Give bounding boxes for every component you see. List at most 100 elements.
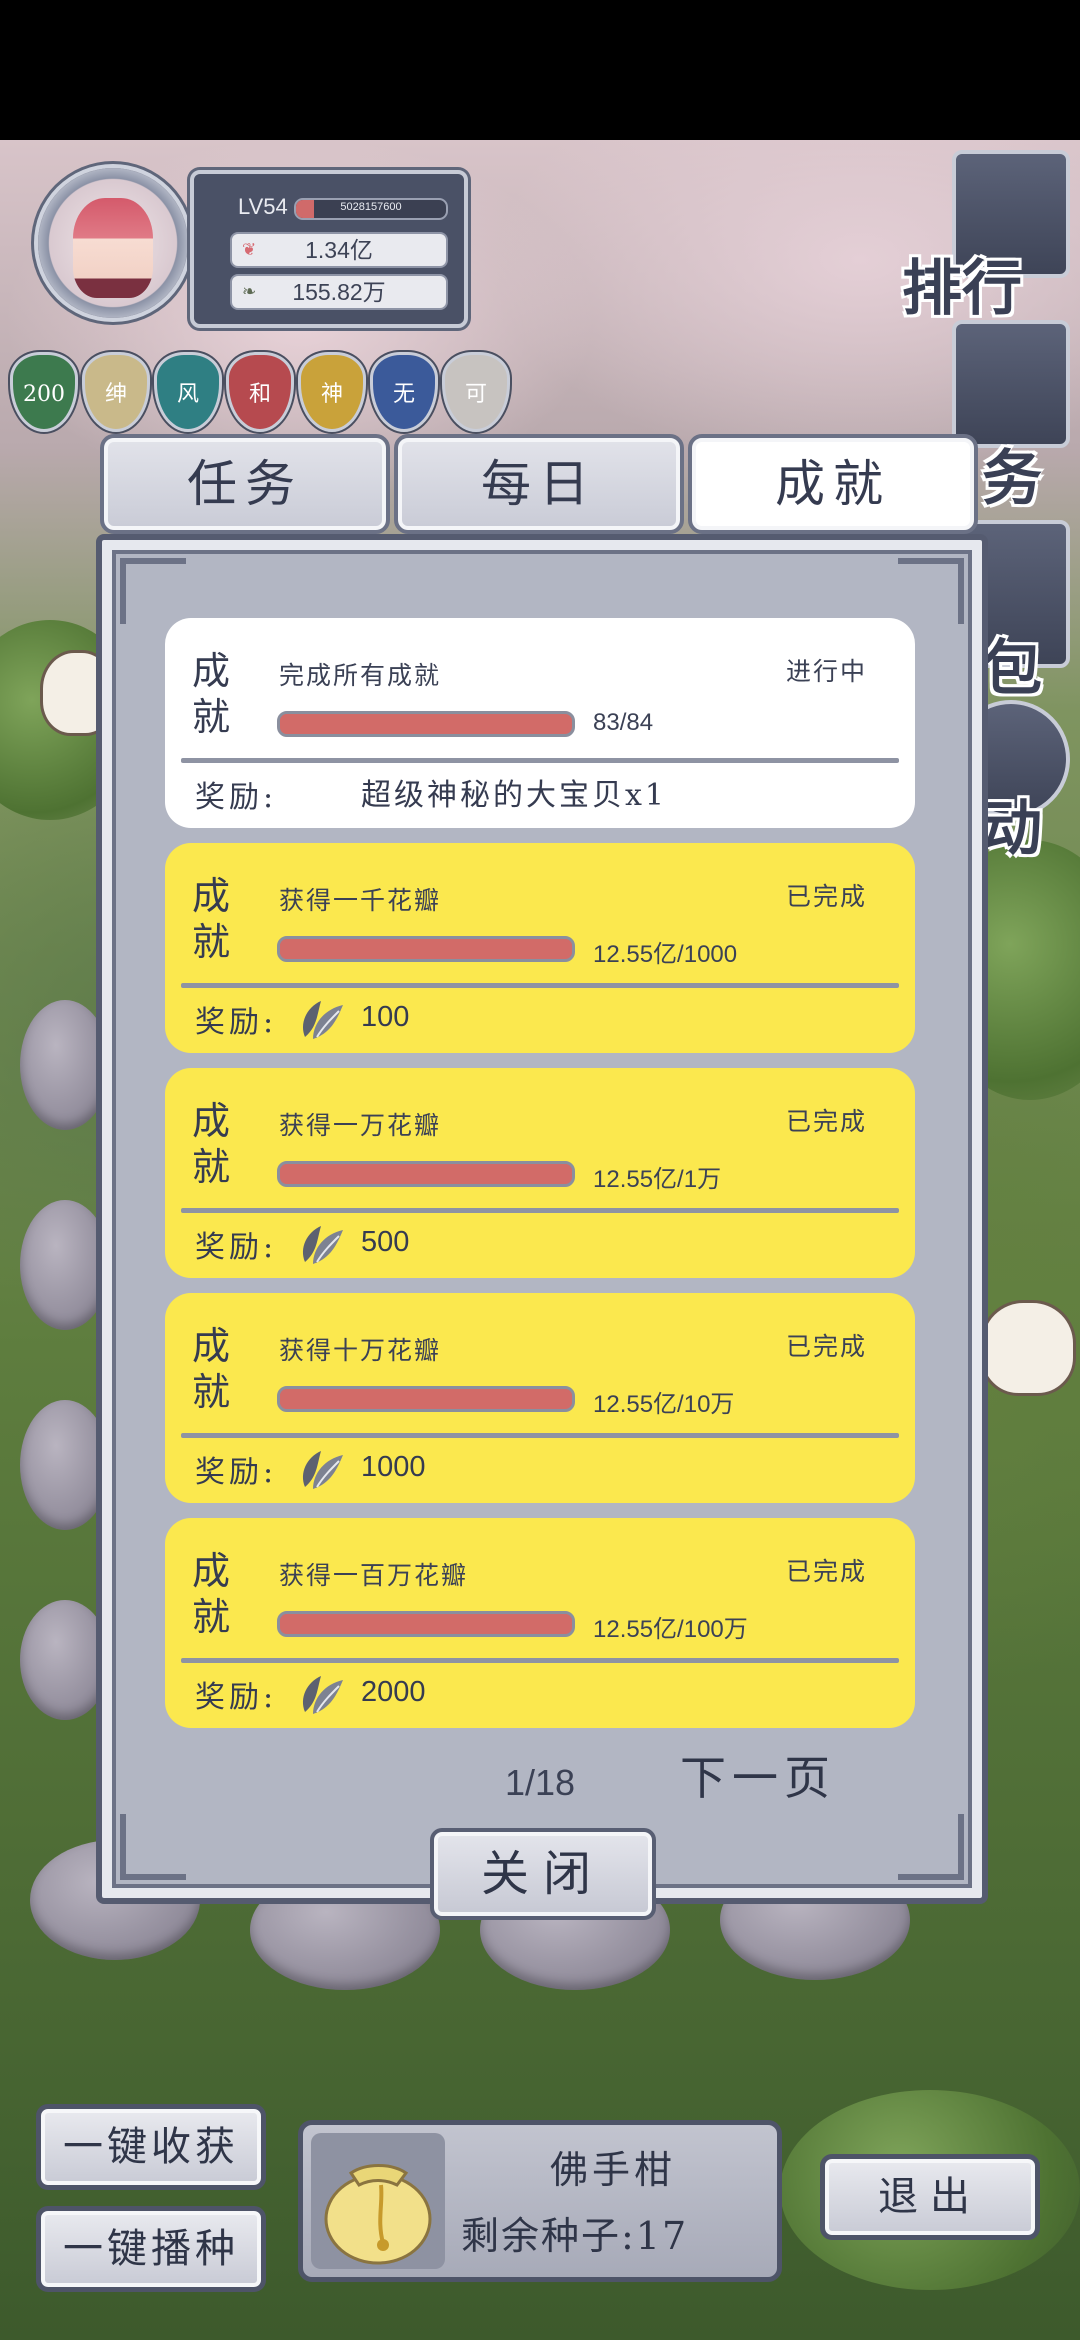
- exit-button[interactable]: 退出: [820, 2154, 1040, 2240]
- frame-corner: [898, 558, 964, 624]
- achievement-card: 成就 获得一百万花瓣 已完成 12.55亿/100万 奖励: 2000: [165, 1518, 915, 1728]
- player-profile[interactable]: LV54 5028157600 ❦ 1.34亿 ❧ 155.82万: [30, 160, 470, 340]
- leaf-icon: ❧: [242, 282, 257, 301]
- achievement-badge: 成就: [191, 1549, 230, 1639]
- badge-can[interactable]: 可: [442, 352, 510, 432]
- bag-label: 包: [982, 634, 1042, 704]
- achievement-status: 已完成: [785, 1107, 867, 1136]
- achievement-card: 成就 获得一万花瓣 已完成 12.55亿/1万 奖励: 500: [165, 1068, 915, 1278]
- progress-text: 12.55亿/10万: [593, 1391, 735, 1418]
- event-label: 动: [982, 794, 1042, 864]
- exp-text: 5028157600: [340, 201, 402, 213]
- badge-label: 和: [248, 382, 271, 407]
- achievement-badge: 成就: [191, 1099, 230, 1189]
- achievement-status: 已完成: [785, 1557, 867, 1586]
- card-divider: [181, 758, 899, 763]
- card-divider: [181, 983, 899, 988]
- petal-icon: ❦: [242, 240, 257, 259]
- progress-text: 83/84: [593, 709, 654, 736]
- achievement-badge: 成就: [191, 1324, 230, 1414]
- cat-character: [980, 1300, 1076, 1396]
- achievement-status: 已完成: [785, 882, 867, 911]
- avatar[interactable]: [38, 168, 188, 318]
- progress-bar: [277, 936, 575, 962]
- achievement-card: 成就 获得十万花瓣 已完成 12.55亿/10万 奖励: 1000: [165, 1293, 915, 1503]
- badge-200[interactable]: 200: [10, 352, 78, 432]
- tab-tasks[interactable]: 任务: [100, 434, 390, 534]
- badge-label: 神: [320, 382, 343, 407]
- reward-value: 2000: [361, 1676, 426, 1708]
- badge-god[interactable]: 神: [298, 352, 366, 432]
- reward-label: 奖励:: [195, 1005, 278, 1040]
- side-menu-rank[interactable]: 排行: [902, 150, 1070, 324]
- reward-label: 奖励:: [195, 780, 278, 815]
- card-divider: [181, 1433, 899, 1438]
- petal-count: 1.34亿: [305, 237, 373, 263]
- rank-label: 排行: [902, 254, 1022, 324]
- frame-corner: [120, 558, 186, 624]
- title-badges: 200 绅 风 和 神 无 可: [10, 352, 530, 432]
- seed-bag-slot[interactable]: [311, 2133, 445, 2269]
- player-level: LV54: [238, 194, 288, 219]
- badge-gentleman[interactable]: 绅: [82, 352, 150, 432]
- badge-label: 200: [23, 382, 65, 407]
- reward-value: 100: [361, 1001, 410, 1033]
- seed-name: 佛手柑: [549, 2148, 676, 2192]
- seed-selector[interactable]: 佛手柑 剩余种子:17: [298, 2120, 782, 2282]
- card-divider: [181, 1208, 899, 1213]
- seed-stat: ❧ 155.82万: [230, 274, 448, 310]
- petal-stat: ❦ 1.34亿: [230, 232, 448, 268]
- petal-icon: [302, 1226, 343, 1264]
- badge-label: 风: [176, 382, 199, 407]
- reward-label: 奖励:: [195, 1455, 278, 1490]
- achievement-title: 完成所有成就: [279, 661, 442, 690]
- progress-text: 12.55亿/1000: [593, 941, 738, 968]
- progress-text: 12.55亿/1万: [593, 1166, 722, 1193]
- reward-label: 奖励:: [195, 1680, 278, 1715]
- reward-value: 500: [361, 1226, 410, 1258]
- frame-corner: [898, 1814, 964, 1880]
- achievement-status: 已完成: [785, 1332, 867, 1361]
- achievement-badge: 成就: [191, 649, 230, 739]
- badge-label: 绅: [104, 382, 127, 407]
- reward-value: 1000: [361, 1451, 426, 1483]
- badge-harmony[interactable]: 和: [226, 352, 294, 432]
- progress-bar-fill: [280, 939, 572, 959]
- page-counter: 1/18: [504, 1762, 576, 1803]
- progress-bar: [277, 1386, 575, 1412]
- badge-wind[interactable]: 风: [154, 352, 222, 432]
- badge-label: 可: [464, 382, 487, 407]
- close-button[interactable]: 关闭: [430, 1828, 656, 1920]
- reward-label: 奖励:: [195, 1230, 278, 1265]
- progress-bar-fill: [280, 1164, 572, 1184]
- sow-all-button[interactable]: 一键播种: [36, 2206, 266, 2292]
- reward-text: 超级神秘的大宝贝x1: [361, 778, 668, 813]
- badge-label: 无: [392, 382, 415, 407]
- exp-bar: 5028157600: [294, 198, 448, 220]
- card-divider: [181, 1658, 899, 1663]
- harvest-all-button[interactable]: 一键收获: [36, 2104, 266, 2190]
- achievement-title: 获得一万花瓣: [279, 1111, 442, 1140]
- seed-total: 155.82万: [292, 279, 386, 305]
- progress-bar-fill: [280, 714, 569, 734]
- achievement-title: 获得十万花瓣: [279, 1336, 442, 1365]
- tab-daily[interactable]: 每日: [394, 434, 684, 534]
- achievement-title: 获得一千花瓣: [279, 886, 442, 915]
- progress-text: 12.55亿/100万: [593, 1616, 748, 1643]
- badge-none[interactable]: 无: [370, 352, 438, 432]
- achievement-badge: 成就: [191, 874, 230, 964]
- side-menu-task[interactable]: 务: [952, 320, 1070, 514]
- achievement-card: 成就 完成所有成就 进行中 83/84 奖励: 超级神秘的大宝贝x1: [165, 618, 915, 828]
- tab-achievements[interactable]: 成就: [688, 434, 978, 534]
- petal-icon: [302, 1676, 343, 1714]
- achievement-card: 成就 获得一千花瓣 已完成 12.55亿/1000 奖励: 100: [165, 843, 915, 1053]
- achievement-status: 进行中: [785, 657, 867, 686]
- progress-bar: [277, 1611, 575, 1637]
- seed-bag-icon: [324, 2164, 432, 2265]
- player-stats-panel: LV54 5028157600 ❦ 1.34亿 ❧ 155.82万: [190, 170, 468, 328]
- frame-corner: [120, 1814, 186, 1880]
- progress-bar-fill: [280, 1614, 572, 1634]
- achievement-title: 获得一百万花瓣: [279, 1561, 469, 1590]
- next-page-button[interactable]: 下一页: [680, 1748, 840, 1808]
- progress-bar: [277, 711, 575, 737]
